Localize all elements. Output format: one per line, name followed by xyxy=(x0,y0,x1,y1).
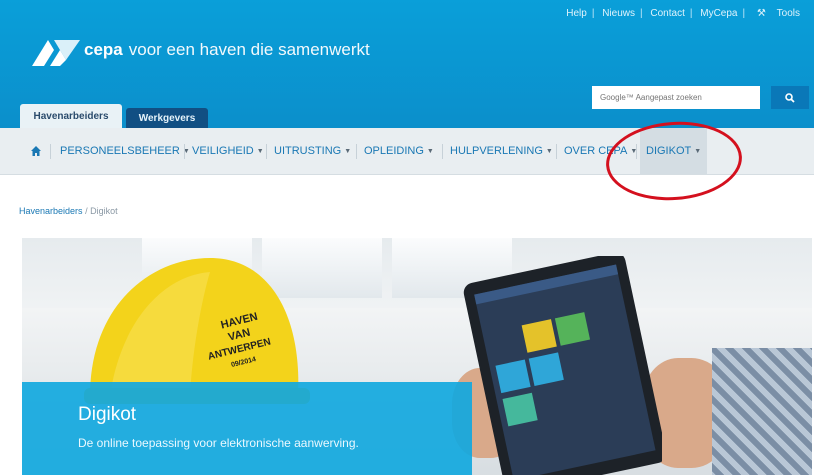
nav-uitrusting[interactable]: UITRUSTING ▼ xyxy=(274,128,351,174)
caret-down-icon: ▼ xyxy=(256,147,264,155)
hero-subtitle: De online toepassing voor elektronische … xyxy=(78,436,359,450)
nav-divider xyxy=(266,144,267,159)
hero-caption: Digikot De online toepassing voor elektr… xyxy=(22,382,472,475)
breadcrumb: Havenarbeiders / Digikot xyxy=(19,206,118,216)
nav-divider xyxy=(556,144,557,159)
search-icon xyxy=(785,92,795,103)
caret-down-icon: ▼ xyxy=(344,147,352,155)
hero-title: Digikot xyxy=(78,404,137,425)
breadcrumb-current: Digikot xyxy=(90,206,118,216)
contact-link[interactable]: Contact xyxy=(650,8,684,19)
tools-link[interactable]: ⚒ Tools xyxy=(753,8,804,19)
home-icon[interactable] xyxy=(30,128,42,174)
cepa-logo-icon[interactable] xyxy=(30,36,82,68)
caret-down-icon: ▼ xyxy=(426,147,434,155)
nav-hulpverlening[interactable]: HULPVERLENING ▼ xyxy=(450,128,553,174)
nav-personeelsbeheer[interactable]: PERSONEELSBEHEER ▼ xyxy=(60,128,190,174)
search-input[interactable] xyxy=(592,86,760,109)
nav-divider xyxy=(184,144,185,159)
wrench-icon: ⚒ xyxy=(756,8,766,19)
mycepa-link[interactable]: MyCepa xyxy=(700,8,737,19)
nav-divider xyxy=(356,144,357,159)
news-link[interactable]: Nieuws xyxy=(602,8,635,19)
nav-divider xyxy=(442,144,443,159)
help-link[interactable]: Help xyxy=(566,8,587,19)
brand-tagline: voor een haven die samenwerkt xyxy=(128,40,370,59)
brand-name: cepa xyxy=(84,40,123,59)
tab-havenarbeiders[interactable]: Havenarbeiders xyxy=(20,104,122,128)
site-header: Help | Nieuws | Contact | MyCepa | ⚒ Tools c… xyxy=(0,0,814,128)
hero-banner: HAVEN VAN ANTWERPEN 09/2014 Digikot De o… xyxy=(22,238,812,475)
plaid-shirt-image xyxy=(712,348,812,475)
nav-veiligheid[interactable]: VEILIGHEID ▼ xyxy=(192,128,264,174)
search-button[interactable] xyxy=(771,86,809,109)
tab-werkgevers[interactable]: Werkgevers xyxy=(126,108,208,128)
nav-opleiding[interactable]: OPLEIDING ▼ xyxy=(364,128,434,174)
tablet-image xyxy=(463,256,662,475)
caret-down-icon: ▼ xyxy=(545,147,553,155)
nav-divider xyxy=(50,144,51,159)
brand: cepa voor een haven die samenwerkt xyxy=(84,40,370,60)
top-links: Help | Nieuws | Contact | MyCepa | ⚒ Tools xyxy=(562,8,808,19)
breadcrumb-home[interactable]: Havenarbeiders xyxy=(19,206,83,216)
